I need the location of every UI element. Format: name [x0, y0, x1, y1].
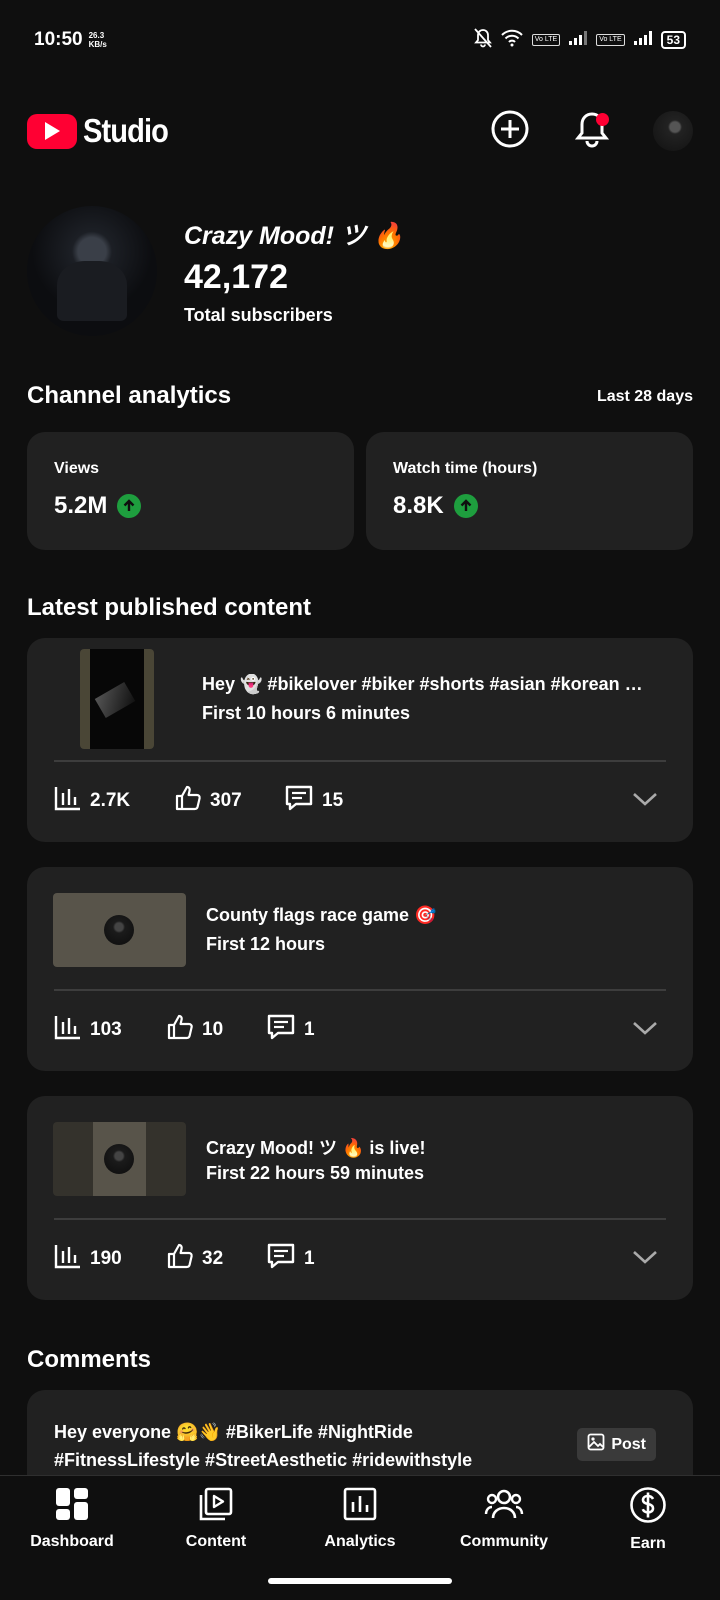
subscriber-count: 42,172 — [184, 258, 288, 296]
content-title: Hey 👻 #bikelover #biker #shorts #asian #… — [202, 674, 643, 694]
content-card[interactable]: Crazy Mood! ツ 🔥 is live! First 22 hours … — [27, 1096, 693, 1300]
subscriber-label: Total subscribers — [184, 305, 333, 325]
battery-indicator: 53 — [660, 31, 686, 49]
views-card[interactable]: Views 5.2M — [27, 432, 354, 550]
content-card[interactable]: Hey 👻 #bikelover #biker #shorts #asian #… — [27, 638, 693, 842]
comments-section-title: Comments — [27, 1346, 152, 1373]
account-avatar[interactable] — [653, 111, 693, 151]
wifi-icon — [500, 29, 524, 52]
bar-chart-icon — [54, 1243, 82, 1275]
views-metric: 2.7K — [54, 785, 174, 817]
comment-icon — [266, 1013, 296, 1047]
volte-badge-2: Vo LTE — [596, 34, 625, 46]
channel-name: Crazy Mood! ツ 🔥 — [184, 222, 405, 250]
volte-badge: Vo LTE — [531, 34, 561, 46]
watch-time-value: 8.8K — [393, 492, 444, 519]
comment-icon — [266, 1242, 296, 1276]
image-icon — [587, 1433, 605, 1456]
content-subtitle: First 22 hours 59 minutes — [206, 1163, 425, 1183]
likes-metric: 307 — [174, 784, 284, 818]
chevron-down-icon[interactable] — [632, 791, 658, 812]
home-indicator[interactable] — [268, 1578, 452, 1584]
status-bar: 10:50 26.3 KB/s Vo LTE Vo LTE 53 — [0, 0, 720, 80]
bar-chart-icon — [54, 1014, 82, 1046]
mute-bell-icon — [473, 27, 492, 53]
app-name: Studio — [83, 112, 169, 149]
bottom-navigation: Dashboard Content Analytics Community Ea… — [0, 1475, 720, 1600]
video-thumbnail — [53, 893, 186, 967]
nav-earn[interactable]: Earn — [578, 1486, 718, 1553]
thumbs-up-icon — [166, 1013, 194, 1047]
signal-icon-2 — [633, 30, 653, 51]
video-thumbnail — [80, 649, 154, 749]
views-metric: 190 — [54, 1243, 166, 1275]
create-button[interactable] — [489, 110, 531, 152]
views-metric: 103 — [54, 1014, 166, 1046]
comment-icon — [284, 784, 314, 818]
status-time: 10:50 — [34, 29, 83, 50]
channel-summary: Crazy Mood! ツ 🔥 42,172 Total subscribers — [27, 206, 693, 336]
watch-time-label: Watch time (hours) — [393, 460, 538, 477]
chevron-down-icon[interactable] — [632, 1249, 658, 1270]
post-badge: Post — [577, 1428, 656, 1461]
nav-analytics[interactable]: Analytics — [290, 1486, 430, 1553]
content-subtitle: First 12 hours — [206, 934, 326, 954]
chevron-down-icon[interactable] — [632, 1020, 658, 1041]
nav-content[interactable]: Content — [146, 1486, 286, 1553]
comments-metric: 1 — [266, 1013, 315, 1047]
app-header: Studio — [27, 100, 693, 162]
content-card[interactable]: County flags race game 🎯 First 12 hours … — [27, 867, 693, 1071]
content-metrics: 190 32 1 — [54, 1218, 666, 1300]
content-metrics: 103 10 1 — [54, 989, 666, 1071]
likes-metric: 10 — [166, 1013, 266, 1047]
youtube-play-icon — [27, 113, 77, 149]
video-thumbnail — [53, 1122, 186, 1196]
bar-chart-icon — [54, 785, 82, 817]
content-metrics: 2.7K 307 15 — [54, 760, 666, 842]
analytics-icon — [342, 1486, 378, 1527]
views-value: 5.2M — [54, 492, 108, 519]
thumbs-up-icon — [166, 1242, 194, 1276]
analytics-section-title: Channel analytics — [27, 382, 232, 409]
views-label: Views — [54, 460, 100, 477]
nav-dashboard[interactable]: Dashboard — [2, 1486, 142, 1553]
community-icon — [484, 1486, 524, 1527]
notification-dot — [596, 113, 609, 126]
content-icon — [198, 1486, 234, 1527]
trend-up-icon — [117, 494, 142, 518]
studio-logo[interactable]: Studio — [27, 112, 180, 150]
content-title: Crazy Mood! ツ 🔥 is live! — [206, 1138, 426, 1158]
dashboard-icon — [54, 1486, 90, 1527]
notifications-button[interactable] — [571, 110, 613, 152]
plus-circle-icon — [491, 110, 529, 153]
thumbs-up-icon — [174, 784, 202, 818]
watch-time-card[interactable]: Watch time (hours) 8.8K — [366, 432, 693, 550]
signal-icon — [568, 30, 588, 51]
content-subtitle: First 10 hours 6 minutes — [202, 703, 411, 723]
comments-metric: 1 — [266, 1242, 315, 1276]
likes-metric: 32 — [166, 1242, 266, 1276]
content-title: County flags race game 🎯 — [206, 905, 437, 925]
latest-content-title: Latest published content — [27, 594, 312, 621]
trend-up-icon — [453, 494, 478, 518]
comments-metric: 15 — [284, 784, 343, 818]
analytics-period: Last 28 days — [596, 388, 693, 405]
comment-preview: Hey everyone 🤗👋 #BikerLife #NightRide #F… — [54, 1422, 473, 1470]
channel-avatar[interactable] — [27, 206, 157, 336]
nav-community[interactable]: Community — [434, 1486, 574, 1553]
earn-icon — [629, 1486, 667, 1529]
network-speed: 26.3 KB/s — [88, 31, 107, 49]
